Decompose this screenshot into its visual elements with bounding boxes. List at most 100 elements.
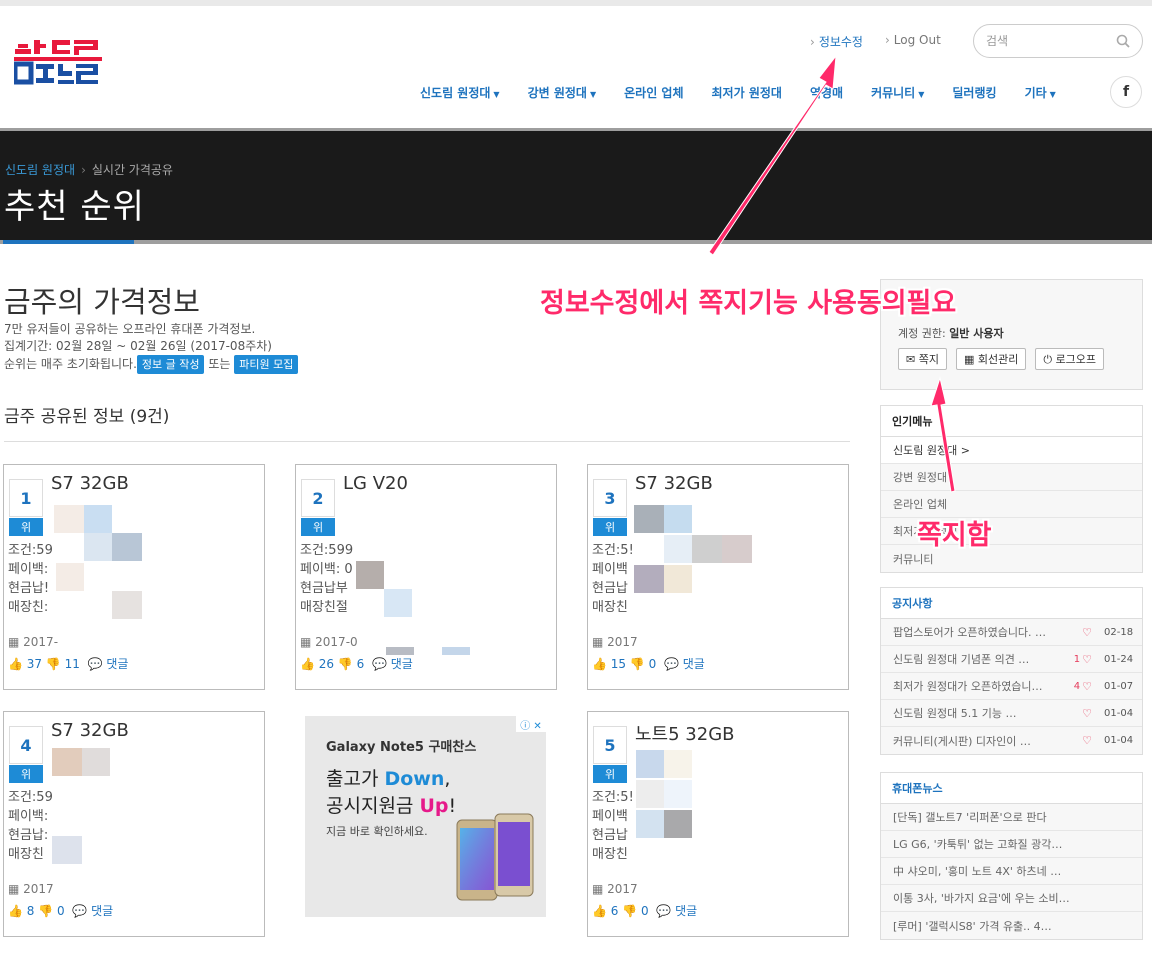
thumbs-up-icon[interactable]: 👍 xyxy=(592,904,607,918)
note-button[interactable]: ✉ 쪽지 xyxy=(898,348,947,370)
phone-model[interactable]: S7 32GB xyxy=(51,473,129,494)
blurred-image xyxy=(384,589,412,617)
ranking-card[interactable]: 3 위 S7 32GB 조건:5! 페이백 현금납 매장친 ▦ 2017 👍 15 👎… xyxy=(587,464,849,690)
thumbs-up-icon[interactable]: 👍 xyxy=(300,657,315,671)
line-manage-button[interactable]: ▦ 회선관리 xyxy=(955,348,1027,370)
page-banner: 신도림 원정대 › 실시간 가격공유 추천 순위 xyxy=(0,128,1152,244)
comments-link[interactable]: 댓글 xyxy=(106,657,128,671)
blurred-image xyxy=(356,561,384,589)
thumbs-down-icon[interactable]: 👎 xyxy=(46,657,61,671)
notice-item[interactable]: 팝업스토어가 오픈하였습니다. … ♡ 02-18 xyxy=(881,619,1142,646)
phone-model[interactable]: 노트5 32GB xyxy=(635,720,735,746)
news-item[interactable]: 中 샤오미, '홍미 노트 4X' 하츠네 … xyxy=(881,858,1142,885)
top-links: › 정보수정 › Log Out xyxy=(810,33,941,50)
news-item[interactable]: LG G6, '카툭튀' 없는 고화질 광각… xyxy=(881,831,1142,858)
breadcrumb-current: 실시간 가격공유 xyxy=(91,163,173,177)
comments-link[interactable]: 댓글 xyxy=(683,657,705,671)
blurred-image xyxy=(664,810,692,838)
nav-item-reverse-auction[interactable]: 역경매 xyxy=(810,84,843,101)
card-stats: 👍 37 👎 11 💬 댓글 xyxy=(8,657,129,671)
caret-down-icon: ▼ xyxy=(1049,90,1056,99)
rank-number: 3 xyxy=(593,479,627,517)
thumbs-down-icon[interactable]: 👎 xyxy=(630,657,645,671)
blurred-image xyxy=(692,535,722,563)
post-date: ▦ 2017-0 xyxy=(300,635,358,649)
edit-info-link[interactable]: › 정보수정 xyxy=(810,33,863,50)
write-info-button[interactable]: 정보 글 작성 xyxy=(136,355,205,374)
thumbs-down-icon[interactable]: 👎 xyxy=(38,904,53,918)
nav-item-gangbyeon[interactable]: 강변 원정대 ▼ xyxy=(528,84,597,101)
popular-menu-item[interactable]: 강변 원정대 xyxy=(881,464,1142,491)
thumbs-down-icon[interactable]: 👎 xyxy=(622,904,637,918)
site-logo[interactable] xyxy=(14,40,102,88)
blurred-image xyxy=(636,810,664,838)
ranking-card[interactable]: 5 위 노트5 32GB 조건:5! 페이백 현금납 매장친 ▦ 2017 👍 6 👎… xyxy=(587,711,849,937)
breadcrumb-separator: › xyxy=(81,163,86,177)
blurred-image xyxy=(634,565,664,593)
news-item[interactable]: [루머] '갤럭시S8' 가격 유출.. 4… xyxy=(881,912,1142,939)
nav-item-online[interactable]: 온라인 업체 xyxy=(624,84,683,101)
comment-icon: 💬 xyxy=(371,657,387,671)
intro-line-3: 순위는 매주 초기화됩니다. 정보 글 작성 또는 파티원 모집 xyxy=(4,355,299,374)
account-role: 계정 권한: 일반 사용자 xyxy=(898,327,1004,340)
blurred-image xyxy=(664,750,692,778)
heart-icon: ♡ xyxy=(1082,625,1092,639)
ranking-card[interactable]: 4 위 S7 32GB 조건:59 페이백: 현금납: 매장친 ▦ 2017 👍 8 … xyxy=(3,711,265,937)
notice-item[interactable]: 신도림 원정대 5.1 기능 … ♡ 01-04 xyxy=(881,700,1142,727)
divider xyxy=(4,441,850,442)
comment-icon: 💬 xyxy=(72,904,88,918)
phone-model[interactable]: LG V20 xyxy=(343,473,408,494)
blurred-image xyxy=(84,533,112,561)
heart-icon: ♡ xyxy=(1082,734,1092,747)
thumbs-up-icon[interactable]: 👍 xyxy=(8,657,23,671)
comments-link[interactable]: 댓글 xyxy=(91,904,113,918)
thumbs-up-icon[interactable]: 👍 xyxy=(8,904,23,918)
ranking-card[interactable]: 2 위 LG V20 조건:599 페이백: 0 현금납부 매장친절 ▦ 2017-0… xyxy=(295,464,557,690)
caret-down-icon: ▼ xyxy=(918,90,925,99)
card-details: 조건:59 페이백: 현금납: 매장친 xyxy=(8,790,53,862)
search-box xyxy=(973,24,1143,58)
widget-title[interactable]: 휴대폰뉴스 xyxy=(881,773,1142,804)
nav-item-lowest[interactable]: 최저가 원정대 xyxy=(712,84,782,101)
nav-item-community[interactable]: 커뮤니티 ▼ xyxy=(871,84,924,101)
logoff-button[interactable]: ⏻ 로그오프 xyxy=(1035,348,1105,370)
search-input[interactable] xyxy=(986,34,1116,48)
nav-item-etc[interactable]: 기타 ▼ xyxy=(1025,84,1056,101)
nav-item-sindorim[interactable]: 신도림 원정대 ▼ xyxy=(420,84,500,101)
breadcrumb-home[interactable]: 신도림 원정대 xyxy=(5,163,75,177)
thumbs-up-icon[interactable]: 👍 xyxy=(592,657,607,671)
facebook-icon[interactable]: f xyxy=(1110,76,1142,108)
annotation-text: 쪽지함 xyxy=(917,520,992,551)
adchoices-icon[interactable]: ⓘ ✕ xyxy=(516,716,546,732)
post-date: ▦ 2017 xyxy=(8,882,54,896)
post-date: ▦ 2017 xyxy=(592,882,638,896)
advertisement-banner[interactable]: ⓘ ✕ Galaxy Note5 구매찬스 출고가 Down, 공시지원금 Up… xyxy=(305,716,546,917)
phone-model[interactable]: S7 32GB xyxy=(635,473,713,494)
notice-item[interactable]: 최저가 원정대가 오픈하였습니… 4 ♡ 01-07 xyxy=(881,673,1142,700)
phone-news-widget: 휴대폰뉴스 [단독] 갤노트7 '리퍼폰'으로 판다 LG G6, '카툭튀' … xyxy=(880,772,1143,940)
logout-label: Log Out xyxy=(893,33,941,47)
blurred-image xyxy=(56,563,84,591)
news-item[interactable]: [단독] 갤노트7 '리퍼폰'으로 판다 xyxy=(881,804,1142,831)
card-details: 조건:5! 페이백 현금납 매장친 xyxy=(592,790,634,862)
news-item[interactable]: 이통 3사, '바가지 요금'에 우는 소비… xyxy=(881,885,1142,912)
thumbs-down-icon[interactable]: 👎 xyxy=(338,657,353,671)
rank-tag: 위 xyxy=(593,765,627,783)
phone-model[interactable]: S7 32GB xyxy=(51,720,129,741)
notice-item[interactable]: 커뮤니티(게시판) 디자인이 … ♡ 01-04 xyxy=(881,727,1142,754)
blurred-image xyxy=(636,750,664,778)
widget-title[interactable]: 공지사항 xyxy=(881,588,1142,619)
notice-item[interactable]: 신도림 원정대 기념폰 의견 … 1 ♡ 01-24 xyxy=(881,646,1142,673)
blurred-image xyxy=(664,535,692,563)
nav-item-dealer-ranking[interactable]: 딜러랭킹 xyxy=(952,84,996,101)
chevron-right-icon: › xyxy=(810,35,815,49)
popular-menu-item[interactable]: 신도림 원정대 > xyxy=(881,437,1142,464)
party-recruit-button[interactable]: 파티원 모집 xyxy=(234,355,299,374)
rank-tag: 위 xyxy=(301,518,335,536)
comments-link[interactable]: 댓글 xyxy=(675,904,697,918)
comments-link[interactable]: 댓글 xyxy=(391,657,413,671)
search-icon[interactable] xyxy=(1116,34,1130,48)
ranking-card[interactable]: 1 위 S7 32GB 조건:59 페이백: 현금납! 매장친: ▦ 2017- 👍 … xyxy=(3,464,265,690)
logout-link[interactable]: › Log Out xyxy=(885,33,941,50)
rank-number: 5 xyxy=(593,726,627,764)
